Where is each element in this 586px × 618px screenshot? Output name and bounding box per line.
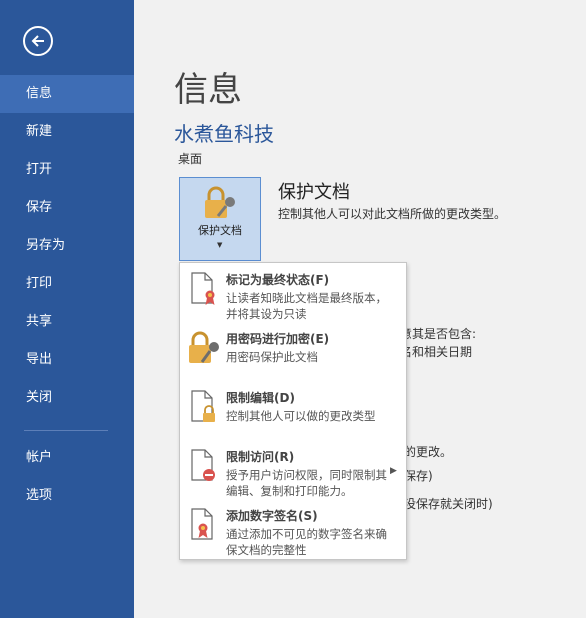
menu-item-title: 限制访问(R)	[226, 450, 295, 464]
nav-item-new[interactable]: 新建	[0, 113, 134, 151]
menu-item-encrypt-password[interactable]: 用密码进行加密(E) 用密码保护此文档	[180, 324, 406, 382]
lock-key-icon	[205, 186, 235, 218]
protect-button-label: 保护文档	[198, 224, 242, 237]
chevron-down-icon: ▼	[217, 241, 223, 249]
nav-item-info[interactable]: 信息	[0, 75, 134, 113]
menu-item-description: 通过添加不可见的数字签名来确保文档的完整性	[226, 527, 387, 557]
menu-item-title: 用密码进行加密(E)	[226, 332, 330, 346]
document-name: 水煮鱼科技	[174, 122, 274, 146]
nav-item-save-as[interactable]: 另存为	[0, 227, 134, 265]
nav-divider	[24, 430, 108, 431]
nav-item-print[interactable]: 打印	[0, 265, 134, 303]
inspect-text-fragment-2: 名和相关日期	[400, 345, 473, 359]
menu-item-description: 授予用户访问权限，同时限制其编辑、复制和打印能力。	[226, 468, 387, 498]
nav-item-options[interactable]: 选项	[0, 477, 134, 515]
menu-item-mark-final[interactable]: 标记为最终状态(F) 让读者知晓此文档是最终版本，并将其设为只读	[180, 265, 406, 323]
menu-item-title: 标记为最终状态(F)	[226, 273, 330, 287]
protect-section-title: 保护文档	[278, 182, 350, 203]
nav-item-open[interactable]: 打开	[0, 151, 134, 189]
menu-item-description: 用密码保护此文档	[226, 350, 318, 364]
backstage-sidebar: 信息 新建 打开 保存 另存为 打印 共享 导出 关闭 帐户 选项	[0, 0, 134, 618]
nav-item-export[interactable]: 导出	[0, 341, 134, 379]
menu-item-description: 让读者知晓此文档是最终版本，并将其设为只读	[226, 291, 387, 321]
menu-item-title: 添加数字签名(S)	[226, 509, 318, 523]
protect-document-menu: 标记为最终状态(F) 让读者知晓此文档是最终版本，并将其设为只读 用密码进行加密…	[179, 262, 407, 560]
versions-text-fragment-3: 没保存就关闭时)	[404, 497, 493, 511]
lock-key-icon	[189, 331, 219, 363]
versions-text-fragment-2: 保存)	[404, 469, 433, 483]
nav-item-close[interactable]: 关闭	[0, 379, 134, 417]
signature-document-icon	[191, 508, 213, 540]
nav-item-share[interactable]: 共享	[0, 303, 134, 341]
versions-text-fragment-1: 的更改。	[404, 445, 453, 459]
protect-section-description: 控制其他人可以对此文档所做的更改类型。	[278, 207, 507, 221]
page-title: 信息	[174, 70, 242, 110]
chevron-right-icon: ▶	[390, 466, 397, 476]
back-button[interactable]	[23, 26, 53, 56]
menu-item-restrict-access[interactable]: 限制访问(R) 授予用户访问权限，同时限制其编辑、复制和打印能力。 ▶	[180, 442, 406, 500]
menu-item-description: 控制其他人可以做的更改类型	[226, 409, 376, 423]
back-arrow-icon	[31, 35, 44, 47]
menu-item-add-signature[interactable]: 添加数字签名(S) 通过添加不可见的数字签名来确保文档的完整性	[180, 501, 406, 559]
menu-item-title: 限制编辑(D)	[226, 391, 295, 405]
restricted-document-icon	[191, 449, 215, 481]
nav-item-save[interactable]: 保存	[0, 189, 134, 227]
final-document-icon	[191, 272, 215, 305]
menu-item-restrict-editing[interactable]: 限制编辑(D) 控制其他人可以做的更改类型	[180, 383, 406, 441]
document-location[interactable]: 桌面	[178, 150, 202, 167]
nav-item-account[interactable]: 帐户	[0, 439, 134, 477]
locked-document-icon	[191, 390, 215, 422]
protect-document-button[interactable]: 保护文档 ▼	[179, 177, 261, 261]
inspect-text-fragment-1: 意其是否包含:	[400, 327, 477, 341]
